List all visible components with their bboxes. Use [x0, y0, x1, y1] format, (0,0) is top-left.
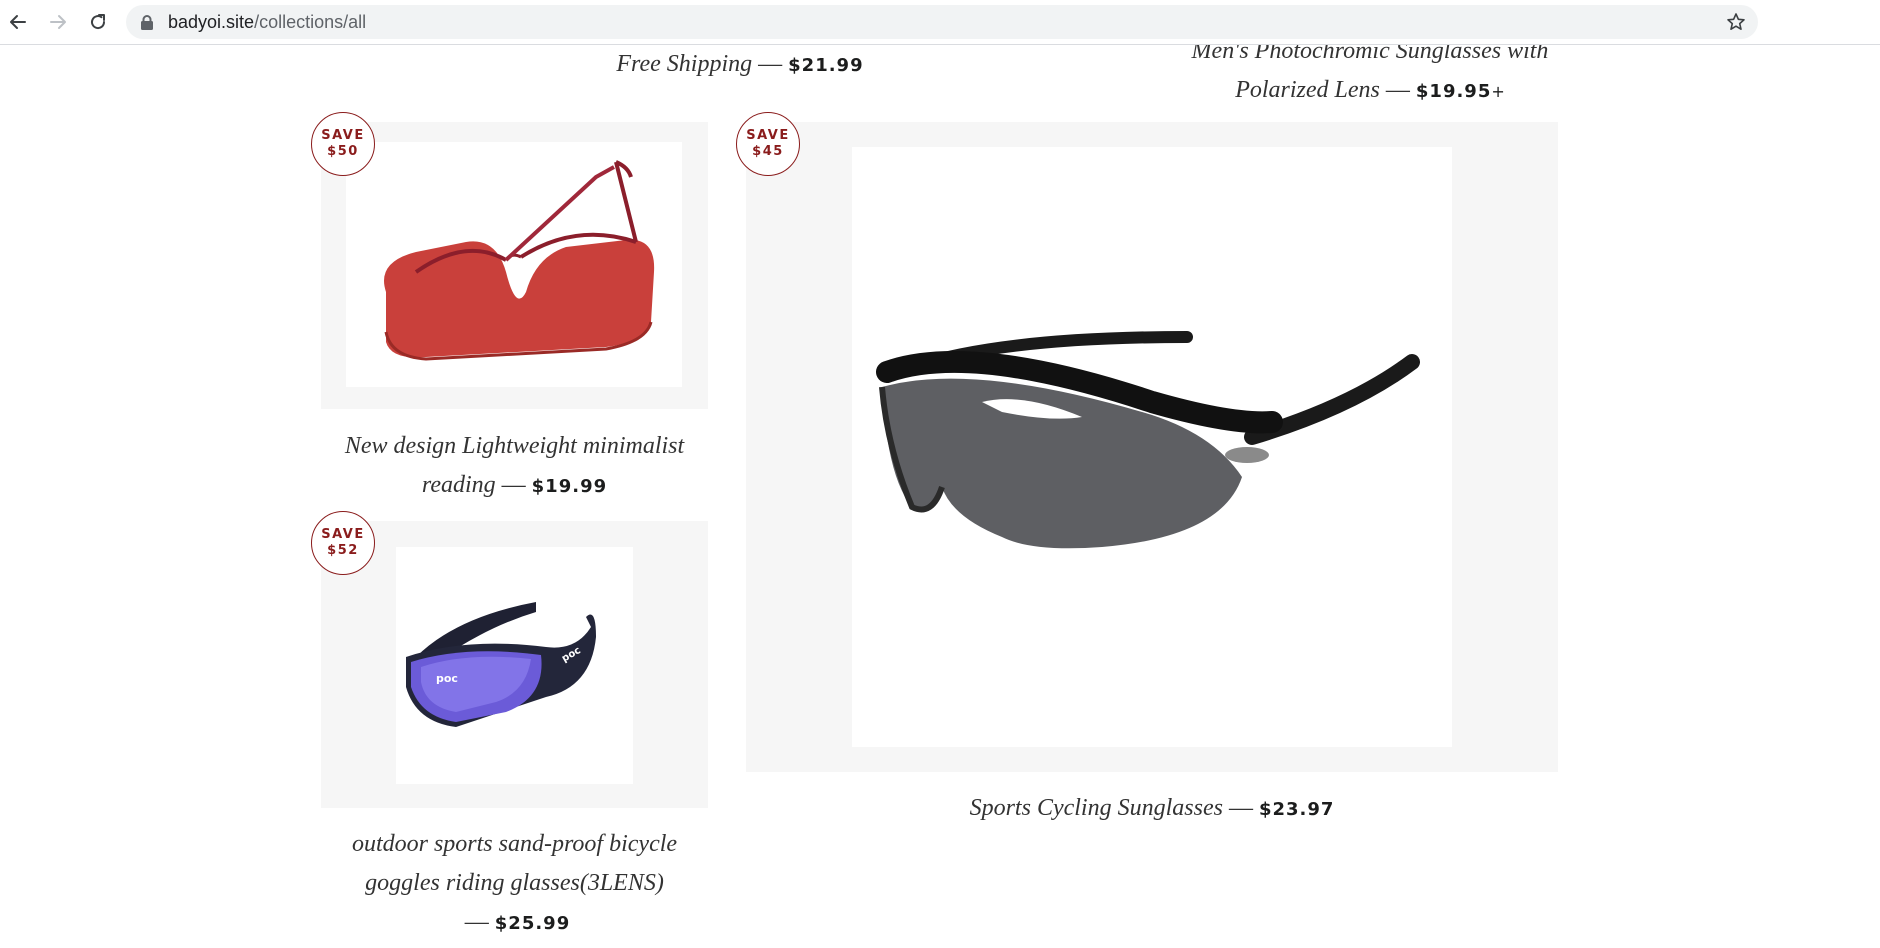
price-suffix: + — [1491, 82, 1505, 101]
product-title-line2[interactable]: reading — [422, 472, 496, 498]
product-price: $19.95 — [1415, 81, 1492, 102]
product-title-line2[interactable]: goggles riding glasses(3LENS) — [365, 870, 664, 896]
product-price: $23.97 — [1258, 799, 1335, 820]
price-separator: — — [1385, 77, 1410, 103]
save-badge: SAVE $52 — [311, 511, 375, 575]
product-info-top-left: Free Shipping — $21.99 — [560, 45, 920, 85]
reading-glasses-photo — [346, 142, 682, 387]
forward-arrow-icon — [50, 15, 66, 29]
badge-save-amount: $50 — [327, 144, 359, 159]
price-separator: — — [464, 909, 489, 935]
url-host: badyoi.site — [168, 12, 255, 32]
url-path: /collections/all — [254, 12, 367, 32]
url-text: badyoi.site/collections/all — [168, 5, 366, 39]
product-title-line1[interactable]: outdoor sports sand-proof bicycle — [352, 831, 677, 857]
product-info-reading-glasses: New design Lightweight minimalist readin… — [321, 427, 708, 506]
black-sport-sunglasses-icon — [876, 331, 1420, 549]
cycling-sunglasses-photo — [852, 147, 1452, 747]
badge-save-amount: $45 — [752, 144, 784, 159]
product-info-top-right: Men's Photochromic Sunglasses with Polar… — [1140, 45, 1600, 111]
badge-save-label: SAVE — [746, 128, 790, 143]
product-price: $25.99 — [494, 913, 571, 934]
product-price: $21.99 — [788, 55, 864, 76]
bicycle-goggles-photo: poc poc — [396, 547, 633, 784]
back-arrow-icon — [10, 15, 26, 29]
price-separator: — — [501, 472, 526, 498]
badge-save-label: SAVE — [321, 527, 365, 542]
product-info-sports-cycling: Sports Cycling Sunglasses — $23.97 — [746, 789, 1558, 829]
purple-goggles-icon: poc poc — [406, 602, 596, 727]
save-badge: SAVE $45 — [736, 112, 800, 176]
product-price: $19.99 — [531, 476, 608, 497]
forward-button[interactable] — [44, 8, 72, 36]
reload-icon — [91, 14, 106, 30]
address-bar[interactable]: badyoi.site/collections/all — [126, 5, 1758, 39]
product-title[interactable]: Free Shipping — [616, 51, 752, 77]
price-separator: — — [1228, 795, 1253, 821]
reload-button[interactable] — [84, 8, 112, 36]
browser-toolbar: badyoi.site/collections/all — [0, 0, 1880, 45]
product-image-bicycle-goggles[interactable]: poc poc — [321, 521, 708, 808]
product-image-sports-cycling[interactable] — [746, 122, 1558, 772]
red-reading-glasses-icon — [384, 160, 655, 361]
save-badge: SAVE $50 — [311, 112, 375, 176]
badge-save-amount: $52 — [327, 543, 359, 558]
product-title[interactable]: Sports Cycling Sunglasses — [970, 795, 1223, 821]
product-title-line2[interactable]: Polarized Lens — [1235, 77, 1380, 103]
product-title-line1[interactable]: New design Lightweight minimalist — [345, 433, 684, 459]
star-icon[interactable] — [1726, 12, 1746, 32]
back-button[interactable] — [4, 8, 32, 36]
lock-icon — [141, 15, 153, 30]
price-separator: — — [758, 51, 783, 77]
collection-page: Free Shipping — $21.99 Men's Photochromic … — [0, 45, 1880, 948]
svg-text:poc: poc — [436, 672, 458, 685]
product-info-bicycle-goggles: outdoor sports sand-proof bicycle goggle… — [321, 825, 708, 943]
product-image-reading-glasses[interactable] — [321, 122, 708, 409]
badge-save-label: SAVE — [321, 128, 365, 143]
product-title-line1[interactable]: Men's Photochromic Sunglasses with — [1192, 45, 1549, 64]
